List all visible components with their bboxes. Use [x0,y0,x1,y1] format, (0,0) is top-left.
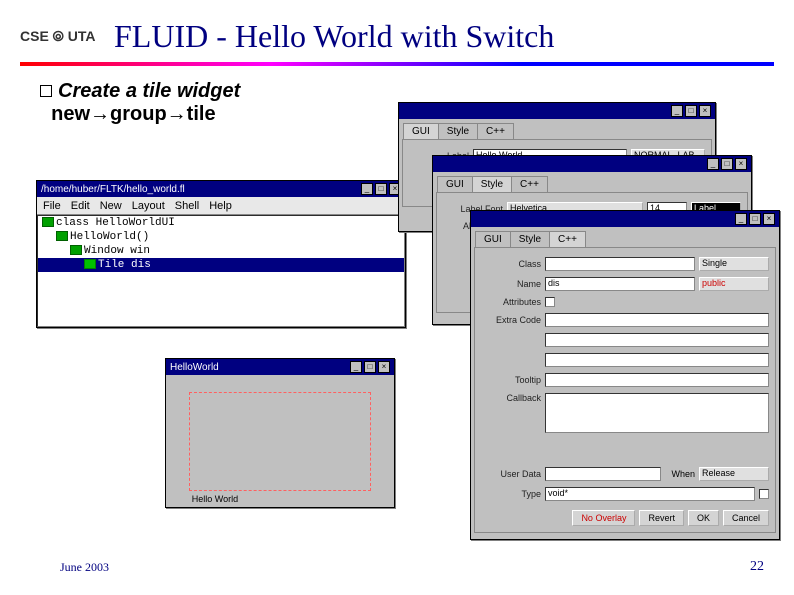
type-input[interactable]: void* [545,487,755,501]
maximize-button[interactable]: □ [685,105,697,117]
userdata-label: User Data [481,469,541,479]
tab-style[interactable]: Style [472,176,512,192]
minimize-button[interactable]: _ [707,158,719,170]
minimize-button[interactable]: _ [671,105,683,117]
maximize-button[interactable]: □ [721,158,733,170]
tab-style[interactable]: Style [438,123,478,139]
close-button[interactable]: × [763,213,775,225]
tabs: GUI Style C++ [433,172,751,192]
maximize-button[interactable]: □ [375,183,387,195]
property-window-cpp[interactable]: _□× GUI Style C++ Class Single Namedispub… [470,210,780,540]
fluid-tree-window[interactable]: /home/huber/FLTK/hello_world.fl _ □ × Fi… [36,180,406,328]
userdata-input[interactable] [545,467,661,481]
folder-icon [56,231,68,241]
slide-title: FLUID - Hello World with Switch [114,18,554,55]
when-label: When [665,469,695,479]
panel: Class Single Namedis public Attributes Ext… [474,247,776,533]
footer-page: 22 [750,559,764,575]
logo: CSE ⦾ UTA [20,28,96,45]
preview-window[interactable]: HelloWorld _ □ × Hello World [165,358,395,508]
tree-row[interactable]: HelloWorld() [38,230,404,244]
close-button[interactable]: × [699,105,711,117]
preview-body: Hello World [166,375,394,507]
menu-edit[interactable]: Edit [71,200,90,212]
name-label: Name [481,279,541,289]
extra-input-2[interactable] [545,333,769,347]
extra-input-3[interactable] [545,353,769,367]
tooltip-input[interactable] [545,373,769,387]
prop-titlebar[interactable]: _□× [399,103,715,119]
minimize-button[interactable]: _ [361,183,373,195]
extra-label: Extra Code [481,315,541,325]
tabs: GUI Style C++ [471,227,779,247]
tree-titlebar[interactable]: /home/huber/FLTK/hello_world.fl _ □ × [37,181,405,197]
footer-date: June 2003 [60,560,109,575]
tab-cpp[interactable]: C++ [549,231,586,247]
type-checkbox[interactable] [759,489,769,499]
tree-row[interactable]: class HelloWorldUI [38,216,404,230]
type-label: Type [481,489,541,499]
prop-titlebar[interactable]: _□× [471,211,779,227]
tab-gui[interactable]: GUI [475,231,511,247]
class-input[interactable] [545,257,695,271]
name-input[interactable]: dis [545,277,695,291]
tab-cpp[interactable]: C++ [511,176,548,192]
maximize-button[interactable]: □ [749,213,761,225]
menu-help[interactable]: Help [209,200,232,212]
tree-row-selected[interactable]: Tile dis [38,258,404,272]
when-drop[interactable]: Release [699,467,769,481]
preview-titlebar[interactable]: HelloWorld _ □ × [166,359,394,375]
preview-tile[interactable]: Hello World [189,392,371,491]
folder-icon [70,245,82,255]
menu-layout[interactable]: Layout [132,200,165,212]
menu-new[interactable]: New [100,200,122,212]
attr-label: Attributes [481,297,541,307]
callback-input[interactable] [545,393,769,433]
close-button[interactable]: × [735,158,747,170]
maximize-button[interactable]: □ [364,361,376,373]
divider [20,62,774,66]
menu-shell[interactable]: Shell [175,200,199,212]
tabs: GUI Style C++ [399,119,715,139]
extra-input-1[interactable] [545,313,769,327]
ok-button[interactable]: OK [688,510,719,526]
bullet-box-icon [40,85,52,97]
class-scope-drop[interactable]: Single [699,257,769,271]
menu-file[interactable]: File [43,200,61,212]
tab-cpp[interactable]: C++ [477,123,514,139]
tree-body[interactable]: class HelloWorldUI HelloWorld() Window w… [37,215,405,327]
tree-title: /home/huber/FLTK/hello_world.fl [41,184,185,195]
bullet: Create a tile widget new→group→tile [40,80,240,126]
class-label: Class [481,259,541,269]
attr-checkbox[interactable] [545,297,555,307]
prop-titlebar[interactable]: _□× [433,156,751,172]
preview-title: HelloWorld [170,362,219,373]
cancel-button[interactable]: Cancel [723,510,769,526]
minimize-button[interactable]: _ [350,361,362,373]
scope-drop[interactable]: public [699,277,769,291]
folder-icon [42,217,54,227]
tab-gui[interactable]: GUI [403,123,439,139]
callback-label: Callback [481,393,541,403]
file-icon [84,259,96,269]
revert-button[interactable]: Revert [639,510,684,526]
close-button[interactable]: × [378,361,390,373]
preview-label: Hello World [192,494,238,504]
tab-style[interactable]: Style [510,231,550,247]
minimize-button[interactable]: _ [735,213,747,225]
tree-row[interactable]: Window win [38,244,404,258]
tooltip-label: Tooltip [481,375,541,385]
tree-menubar[interactable]: File Edit New Layout Shell Help [37,197,405,215]
no-overlay-button[interactable]: No Overlay [572,510,635,526]
tab-gui[interactable]: GUI [437,176,473,192]
